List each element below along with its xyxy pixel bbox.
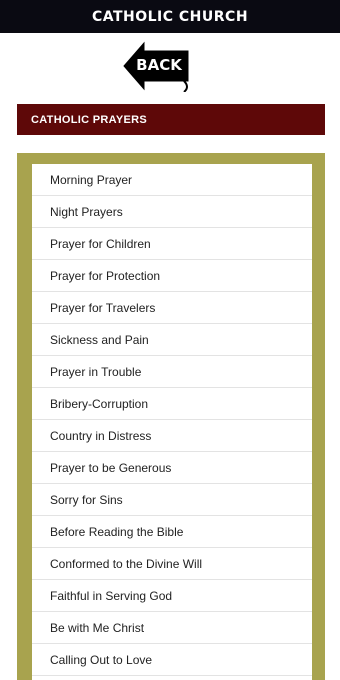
- back-label: BACK: [136, 56, 182, 74]
- prayer-list: Morning Prayer Night Prayers Prayer for Ch…: [32, 164, 312, 680]
- prayer-list-item[interactable]: Conformed to the Divine Will: [32, 548, 312, 580]
- prayer-list-item[interactable]: Sorry for Sins: [32, 484, 312, 516]
- prayer-list-item[interactable]: Bribery-Corruption: [32, 388, 312, 420]
- prayer-list-frame: Morning Prayer Night Prayers Prayer for Ch…: [17, 153, 325, 680]
- prayer-list-item[interactable]: Night Prayers: [32, 196, 312, 228]
- prayer-list-item[interactable]: Country in Distress: [32, 420, 312, 452]
- prayer-list-item[interactable]: Before Reading the Bible: [32, 516, 312, 548]
- prayer-list-item[interactable]: Prayer for Protection: [32, 260, 312, 292]
- section-header: CATHOLIC PRAYERS: [17, 104, 325, 135]
- prayer-list-item[interactable]: Be with Me Christ: [32, 612, 312, 644]
- prayer-list-item[interactable]: Calling Out to Love: [32, 644, 312, 676]
- prayer-list-item[interactable]: Prayer for Children: [32, 228, 312, 260]
- section-title: CATHOLIC PRAYERS: [31, 113, 148, 126]
- prayer-list-item[interactable]: Prayer in Trouble: [32, 356, 312, 388]
- app-screen: CATHOLIC CHURCH BACK CATHOLIC PRAYERS Mo…: [0, 0, 340, 680]
- prayer-list-item[interactable]: Morning Prayer: [32, 164, 312, 196]
- prayer-list-item[interactable]: Faithful in Serving God: [32, 580, 312, 612]
- app-title-bar: CATHOLIC CHURCH: [0, 0, 340, 33]
- prayer-list-item[interactable]: Prayer to be Generous: [32, 452, 312, 484]
- app-title: CATHOLIC CHURCH: [91, 8, 249, 25]
- prayer-list-item[interactable]: Sickness and Pain: [32, 324, 312, 356]
- back-button[interactable]: BACK: [122, 40, 192, 92]
- prayer-list-item[interactable]: Prayer for Travelers: [32, 292, 312, 324]
